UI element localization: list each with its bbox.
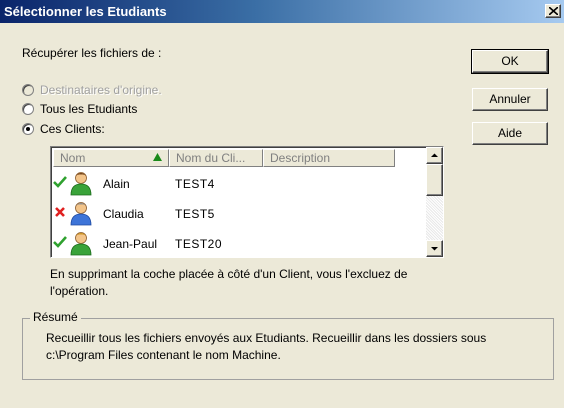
radio-label-these-clients[interactable]: Ces Clients: bbox=[40, 122, 105, 136]
vertical-scrollbar[interactable] bbox=[426, 147, 443, 257]
row-name: Jean-Paul bbox=[103, 237, 158, 251]
user-icon bbox=[70, 232, 92, 256]
column-header-description[interactable]: Description bbox=[263, 149, 395, 167]
radio-these-clients[interactable]: Ces Clients: bbox=[22, 121, 222, 137]
exclusion-note: En supprimant la coche placée à côté d'u… bbox=[50, 267, 408, 298]
title-bar[interactable]: Sélectionner les Etudiants bbox=[0, 0, 564, 23]
arrow-up-icon bbox=[431, 153, 438, 157]
radio-button-all-students[interactable] bbox=[22, 103, 34, 115]
arrow-down-icon bbox=[431, 247, 438, 251]
close-button[interactable] bbox=[545, 4, 561, 18]
scroll-up-button[interactable] bbox=[426, 147, 443, 164]
radio-button-original-recipients bbox=[22, 84, 34, 96]
summary-legend: Résumé bbox=[30, 310, 81, 324]
radio-original-recipients: Destinataires d'origine. bbox=[22, 82, 222, 98]
user-icon bbox=[70, 202, 92, 226]
radio-all-students[interactable]: Tous les Etudiants bbox=[22, 101, 222, 117]
row-client-name: TEST4 bbox=[175, 177, 215, 191]
row-client-name: TEST20 bbox=[175, 237, 223, 251]
sort-ascending-icon bbox=[153, 153, 162, 161]
cancel-button[interactable]: Annuler bbox=[472, 88, 548, 111]
help-button[interactable]: Aide bbox=[472, 122, 548, 145]
radio-label-original-recipients: Destinataires d'origine. bbox=[40, 83, 162, 97]
table-row[interactable]: Alain TEST4 bbox=[53, 171, 419, 197]
user-icon bbox=[70, 172, 92, 196]
row-name: Alain bbox=[103, 177, 130, 191]
scroll-down-button[interactable] bbox=[426, 240, 443, 257]
retrieve-files-label: Récupérer les fichiers de : bbox=[22, 46, 162, 60]
radio-button-these-clients[interactable] bbox=[22, 123, 34, 135]
column-header-description-label: Description bbox=[270, 151, 331, 165]
checkmark-icon[interactable] bbox=[53, 235, 67, 249]
column-header-client-name[interactable]: Nom du Cli... bbox=[169, 149, 263, 167]
window-title: Sélectionner les Etudiants bbox=[4, 4, 167, 19]
close-icon bbox=[549, 7, 558, 15]
ok-button[interactable]: OK bbox=[471, 49, 549, 74]
summary-text: Recueillir tous les fichiers envoyés aux… bbox=[46, 331, 487, 362]
scroll-thumb[interactable] bbox=[426, 164, 443, 196]
column-header-name[interactable]: Nom bbox=[53, 149, 169, 167]
table-row[interactable]: Jean-Paul TEST20 bbox=[53, 231, 419, 257]
column-header-client-name-label: Nom du Cli... bbox=[176, 151, 246, 165]
table-row[interactable]: Claudia TEST5 bbox=[53, 201, 419, 227]
checkmark-icon[interactable] bbox=[53, 175, 67, 189]
select-students-dialog: Sélectionner les Etudiants Récupérer les… bbox=[0, 0, 564, 408]
column-header-name-label: Nom bbox=[60, 151, 86, 165]
row-client-name: TEST5 bbox=[175, 207, 215, 221]
radio-selected-dot bbox=[26, 127, 30, 131]
row-name: Claudia bbox=[103, 207, 144, 221]
radio-label-all-students[interactable]: Tous les Etudiants bbox=[40, 102, 137, 116]
cross-icon[interactable] bbox=[53, 205, 67, 219]
clients-list[interactable]: Nom Nom du Cli... Description Alain TEST… bbox=[50, 146, 444, 258]
